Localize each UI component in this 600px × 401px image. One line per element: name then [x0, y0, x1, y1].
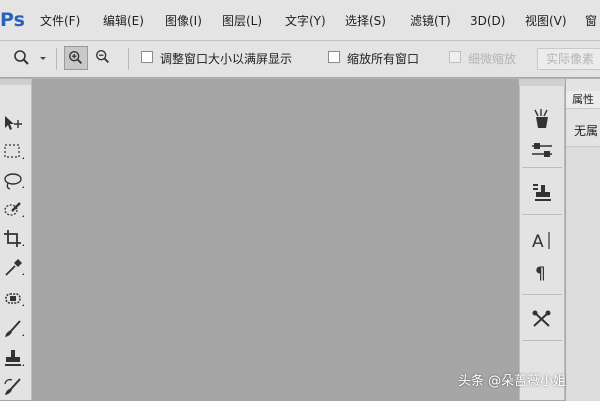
scrubby-zoom-checkbox[interactable]	[449, 51, 461, 63]
zoom-all-windows-label: 缩放所有窗口	[347, 52, 420, 66]
svg-text:A: A	[532, 232, 544, 251]
fit-window-checkbox[interactable]	[141, 51, 153, 63]
clone-stamp-tool-icon[interactable]	[2, 348, 26, 370]
crop-tool-icon[interactable]	[2, 228, 26, 250]
photoshop-logo: Ps	[0, 9, 25, 31]
svg-text:¶: ¶	[535, 264, 546, 283]
healing-brush-tool-icon[interactable]	[2, 288, 26, 310]
chevron-down-icon[interactable]	[38, 48, 48, 68]
properties-content	[566, 146, 600, 401]
fit-window-label: 调整窗口大小以满屏显示	[160, 52, 293, 66]
panel-group-divider	[522, 167, 562, 168]
quick-select-tool-icon[interactable]	[2, 199, 26, 221]
lasso-tool-icon[interactable]	[2, 170, 26, 192]
panel-group-divider	[522, 294, 562, 295]
layers-panel-icon[interactable]	[530, 181, 554, 203]
brush-tool-icon[interactable]	[2, 318, 26, 340]
zoom-icon[interactable]	[12, 48, 32, 68]
panel-group-divider	[522, 340, 562, 341]
scrubby-zoom-label: 细微缩放	[468, 52, 517, 66]
zoom-in-icon	[69, 51, 83, 65]
menu-filter[interactable]: 滤镜(T)	[410, 12, 451, 30]
panel-group-divider	[522, 214, 562, 215]
actual-pixels-button[interactable]: 实际像素	[537, 48, 600, 70]
watermark: 头条 @朵蔷薇小姐	[458, 374, 567, 389]
marquee-tool-icon[interactable]	[2, 141, 26, 163]
properties-value: 无属	[574, 124, 599, 138]
paragraph-panel-icon[interactable]: ¶	[530, 261, 554, 283]
menu-window[interactable]: 窗	[585, 12, 597, 30]
menu-3d[interactable]: 3D(D)	[470, 12, 505, 30]
menu-select[interactable]: 选择(S)	[345, 12, 386, 30]
zoom-out-button[interactable]	[92, 46, 116, 70]
zoom-all-windows-checkbox[interactable]	[328, 51, 340, 63]
eyedropper-tool-icon[interactable]	[2, 257, 26, 279]
adjustments-panel-icon[interactable]	[530, 139, 554, 161]
menu-edit[interactable]: 编辑(E)	[103, 12, 144, 30]
options-bar: 调整窗口大小以满屏显示 缩放所有窗口 细微缩放	[0, 41, 600, 77]
options-divider	[56, 48, 57, 70]
character-panel-icon[interactable]: A	[530, 229, 554, 251]
document-canvas-area[interactable]	[32, 79, 519, 400]
history-panel-icon[interactable]	[530, 108, 554, 130]
options-divider	[128, 48, 129, 70]
zoom-in-button[interactable]	[64, 46, 88, 70]
history-brush-tool-icon[interactable]	[2, 376, 26, 398]
menu-image[interactable]: 图像(I)	[165, 12, 202, 30]
panel-dock-header[interactable]	[519, 79, 565, 86]
tool-presets-panel-icon[interactable]	[530, 308, 554, 330]
menu-bar: Ps 文件(F) 编辑(E) 图像(I) 图层(L) 文字(Y) 选择(S) 滤…	[0, 0, 600, 40]
menu-file[interactable]: 文件(F)	[40, 12, 80, 30]
zoom-out-icon	[96, 50, 110, 64]
properties-tab[interactable]: 属性	[566, 91, 600, 109]
menu-layer[interactable]: 图层(L)	[222, 12, 262, 30]
tools-panel-header[interactable]	[0, 79, 31, 85]
move-tool-icon[interactable]	[2, 112, 26, 134]
menu-type[interactable]: 文字(Y)	[285, 12, 326, 30]
menu-view[interactable]: 视图(V)	[525, 12, 567, 30]
